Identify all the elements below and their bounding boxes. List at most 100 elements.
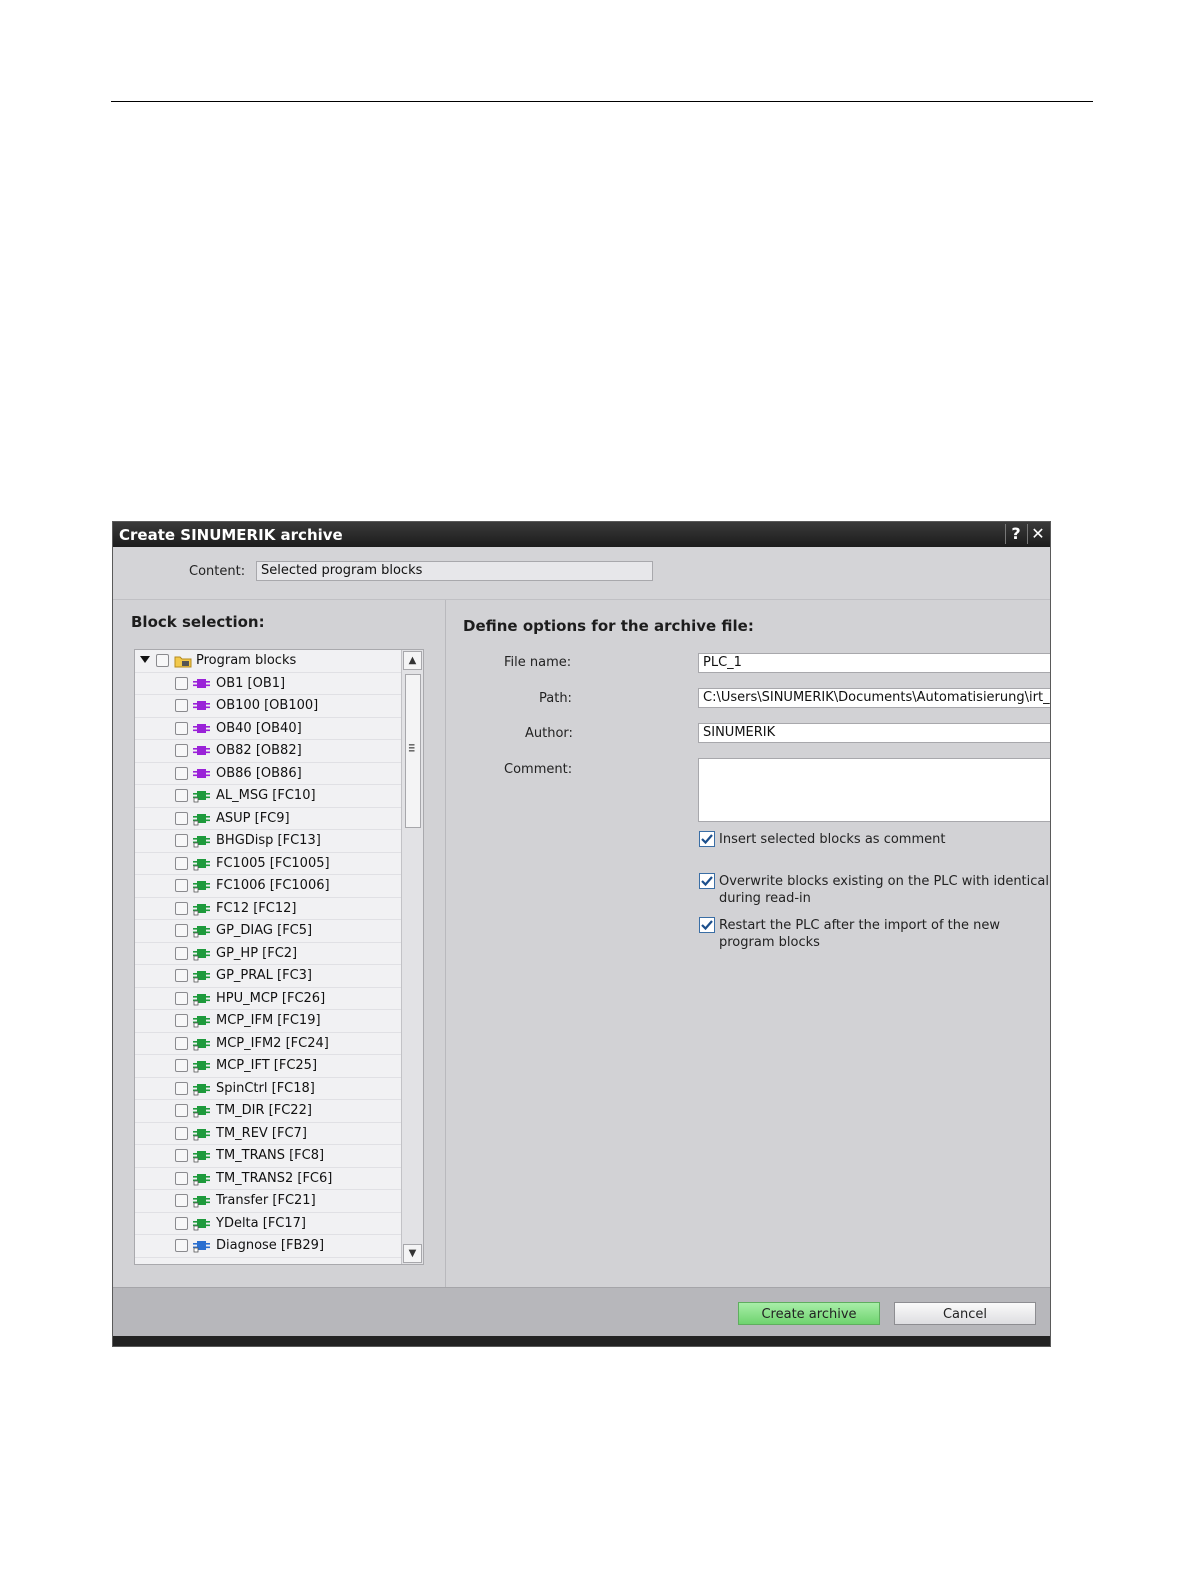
tree-item-row[interactable]: TM_TRANS [FC8] <box>135 1145 401 1168</box>
path-input[interactable]: C:\Users\SINUMERIK\Documents\Automatisie… <box>698 688 1050 708</box>
tree-root-row[interactable]: Program blocks <box>135 650 401 673</box>
content-field[interactable]: Selected program blocks <box>256 561 653 581</box>
tree-item-checkbox[interactable] <box>175 1014 188 1027</box>
create-archive-button[interactable]: Create archive <box>738 1302 880 1325</box>
close-button[interactable]: ✕ <box>1027 524 1048 544</box>
tree-item-checkbox[interactable] <box>175 1126 188 1140</box>
tree-item-checkbox[interactable] <box>175 744 188 757</box>
restart-plc-checkbox[interactable] <box>699 917 715 933</box>
insert-comment-label: Insert selected blocks as comment <box>719 832 946 847</box>
function-icon <box>193 1218 210 1230</box>
tree-item-checkbox[interactable] <box>175 969 188 982</box>
tree-item-label: FC1006 [FC1006] <box>216 878 330 893</box>
tree-item-row[interactable]: MCP_IFM [FC19] <box>135 1010 401 1033</box>
function-icon <box>193 858 210 870</box>
tree-item-label: TM_DIR [FC22] <box>216 1103 312 1118</box>
content-row: Content: Selected program blocks <box>113 547 1050 600</box>
comment-textarea[interactable]: ▲ ▼ <box>698 758 1050 822</box>
tree-item-label: BHGDisp [FC13] <box>216 833 321 848</box>
tree-root-checkbox[interactable] <box>156 654 169 667</box>
tree-item-checkbox[interactable] <box>175 1059 188 1072</box>
tree-item-label: GP_PRAL [FC3] <box>216 968 312 983</box>
scroll-down-button[interactable]: ▼ <box>403 1244 422 1263</box>
function-icon <box>193 971 210 983</box>
function-icon <box>193 1083 210 1095</box>
tree-item-row[interactable]: OB1 [OB1] <box>135 673 401 695</box>
tree-item-row[interactable]: OB100 [OB100] <box>135 695 401 718</box>
tree-item-row[interactable]: GP_HP [FC2] <box>135 943 401 965</box>
tree-item-checkbox[interactable] <box>175 946 188 960</box>
path-label: Path: <box>539 691 572 706</box>
checkmark-icon <box>701 834 713 845</box>
tree-item-checkbox[interactable] <box>175 1171 188 1185</box>
tree-item-row[interactable]: MCP_IFT [FC25] <box>135 1055 401 1078</box>
tree-item-label: OB100 [OB100] <box>216 698 319 713</box>
tree-item-label: Transfer [FC21] <box>216 1193 316 1208</box>
function-icon <box>193 948 210 960</box>
scroll-up-button[interactable]: ▲ <box>403 651 422 670</box>
tree-item-row[interactable]: TM_REV [FC7] <box>135 1123 401 1145</box>
tree-item-row[interactable]: BHGDisp [FC13] <box>135 830 401 853</box>
tree-item-row[interactable]: HPU_MCP [FC26] <box>135 988 401 1010</box>
dialog-footer: Create archive Cancel <box>113 1287 1050 1339</box>
tree-item-row[interactable]: FC1006 [FC1006] <box>135 875 401 898</box>
overwrite-blocks-checkbox[interactable] <box>699 873 715 889</box>
tree-item-label: GP_HP [FC2] <box>216 945 298 961</box>
tree-item-checkbox[interactable] <box>175 789 188 802</box>
help-button[interactable]: ? <box>1005 524 1026 544</box>
tree-item-row[interactable]: ASUP [FC9] <box>135 808 401 830</box>
tree-item-checkbox[interactable] <box>175 879 188 892</box>
insert-comment-checkbox[interactable] <box>699 831 715 847</box>
tree-item-checkbox[interactable] <box>175 1081 188 1095</box>
tree-item-checkbox[interactable] <box>175 834 188 847</box>
tree-item-checkbox[interactable] <box>175 1149 188 1162</box>
block-tree: Program blocks OB1 [OB1] OB100 [OB100] OB4… <box>134 649 424 1265</box>
tree-item-checkbox[interactable] <box>175 991 188 1005</box>
tree-item-checkbox[interactable] <box>175 721 188 735</box>
tree-item-checkbox[interactable] <box>175 924 188 937</box>
tree-item-checkbox[interactable] <box>175 1216 188 1230</box>
tree-item-label: OB40 [OB40] <box>216 720 302 736</box>
tree-item-checkbox[interactable] <box>175 1036 188 1050</box>
tree-item-checkbox[interactable] <box>175 766 188 780</box>
tree-item-row[interactable]: AL_MSG [FC10] <box>135 785 401 808</box>
tree-item-checkbox[interactable] <box>175 1239 188 1252</box>
author-input[interactable]: SINUMERIK <box>698 723 1050 743</box>
dialog-bottom-edge <box>113 1336 1050 1346</box>
tree-item-checkbox[interactable] <box>175 699 188 712</box>
tree-item-row[interactable]: TM_TRANS2 [FC6] <box>135 1168 401 1190</box>
tree-item-row[interactable]: YDelta [FC17] <box>135 1213 401 1235</box>
function-icon <box>193 791 210 803</box>
tree-scrollbar[interactable]: ▲ ━ ━ ━ ▼ <box>401 650 423 1264</box>
tree-item-checkbox[interactable] <box>175 676 188 690</box>
tree-item-row[interactable]: MCP_IFM2 [FC24] <box>135 1033 401 1055</box>
options-pane: Define options for the archive file: Fil… <box>446 600 1050 1287</box>
tree-item-checkbox[interactable] <box>175 811 188 825</box>
tree-item-row[interactable]: SpinCtrl [FC18] <box>135 1078 401 1100</box>
block-selection-pane: Block selection: Program blocks OB1 [OB1… <box>113 600 446 1287</box>
tree-item-row[interactable]: Diagnose [FB29] <box>135 1235 401 1258</box>
tree-item-label: MCP_IFM2 [FC24] <box>216 1035 329 1051</box>
function-icon <box>193 1128 210 1140</box>
tree-item-row[interactable]: GP_PRAL [FC3] <box>135 965 401 988</box>
tree-item-row[interactable]: OB86 [OB86] <box>135 763 401 785</box>
page-header-rule <box>111 101 1093 102</box>
tree-item-row[interactable]: FC1005 [FC1005] <box>135 853 401 875</box>
file-name-input[interactable]: PLC_1 <box>698 653 1050 673</box>
tree-item-row[interactable]: TM_DIR [FC22] <box>135 1100 401 1123</box>
comment-label: Comment: <box>504 762 573 777</box>
tree-item-checkbox[interactable] <box>175 856 188 870</box>
tree-item-checkbox[interactable] <box>175 1104 188 1117</box>
dialog-titlebar: Create SINUMERIK archive ? ✕ <box>113 522 1050 547</box>
content-label: Content: <box>189 564 246 579</box>
tree-item-row[interactable]: OB40 [OB40] <box>135 718 401 740</box>
tree-item-row[interactable]: FC12 [FC12] <box>135 898 401 920</box>
cancel-button[interactable]: Cancel <box>894 1302 1036 1325</box>
scroll-thumb[interactable]: ━ ━ ━ <box>405 674 421 828</box>
tree-item-row[interactable]: Transfer [FC21] <box>135 1190 401 1213</box>
tree-item-checkbox[interactable] <box>175 1194 188 1207</box>
tree-item-checkbox[interactable] <box>175 901 188 915</box>
tree-item-row[interactable]: GP_DIAG [FC5] <box>135 920 401 943</box>
expand-arrow-icon[interactable] <box>140 656 150 663</box>
tree-item-row[interactable]: OB82 [OB82] <box>135 740 401 763</box>
